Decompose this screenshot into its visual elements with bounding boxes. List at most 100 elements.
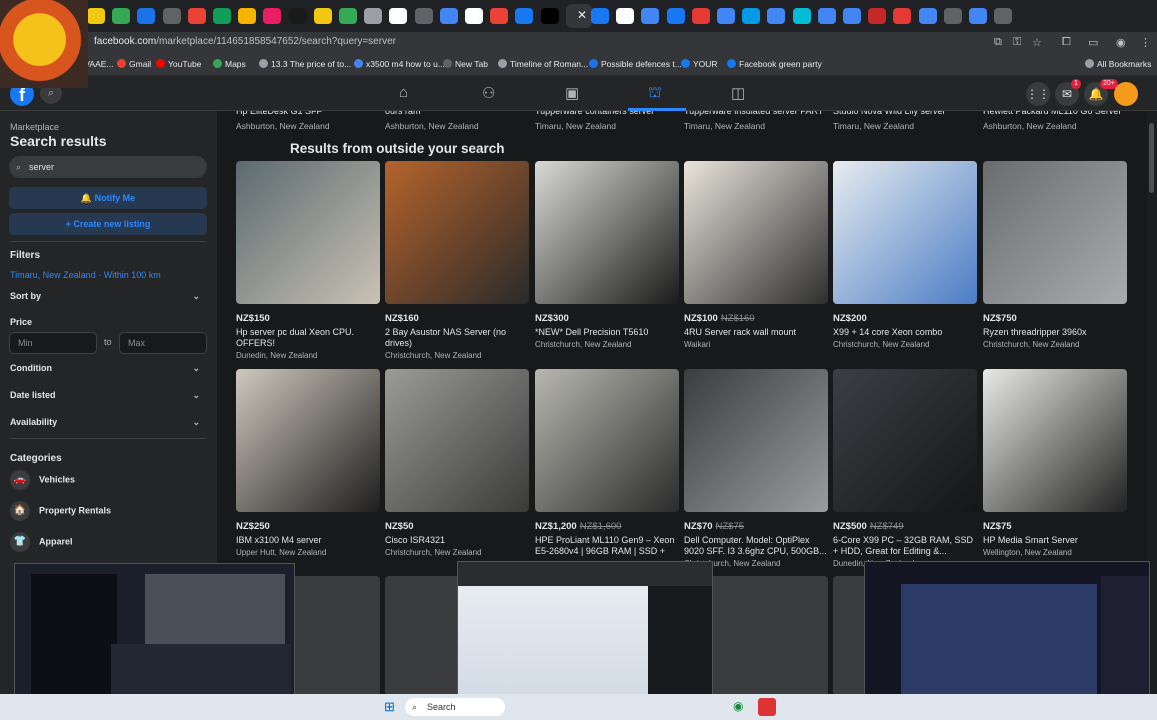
listing-photo[interactable] [385,161,529,304]
menu-icon[interactable]: ⋮ [1140,36,1151,49]
browser-tab[interactable] [364,8,383,24]
windows-start-icon[interactable]: ⊞ [384,699,395,715]
listing-card[interactable]: Hp EliteDesk G1 SFF Ashburton, New Zealan… [236,111,376,131]
window-preview-stream[interactable] [864,561,1150,711]
sidebar-toggle-icon[interactable]: ▭ [1088,36,1098,49]
window-preview-video[interactable] [457,561,713,713]
notify-me-button[interactable]: 🔔 Notify Me [9,187,207,209]
listing-card[interactable]: NZ$750 Ryzen threadripper 3960x Christchur… [983,161,1127,349]
min-price-input[interactable]: Min [9,332,97,354]
bookmark-item[interactable]: All Bookmarks [1085,59,1151,69]
listing-card[interactable]: NZ$300 *NEW* Dell Precision T5610 Christch… [535,161,679,349]
listing-card[interactable]: Tupperware insulated server PARTS Timaru,… [684,111,824,131]
browser-tab[interactable] [969,8,987,24]
category-apparel[interactable]: 👕 Apparel [10,532,73,552]
listing-photo[interactable] [983,369,1127,512]
browser-tab[interactable] [490,8,509,24]
browser-tab[interactable] [238,8,257,24]
listing-photo[interactable] [236,369,380,512]
marketplace-icon[interactable]: ⛫ [648,84,662,103]
browser-tab[interactable] [112,8,131,24]
taskbar-search-box[interactable]: ⌕ Search [405,698,505,716]
listing-card[interactable]: NZ$200 X99 + 14 core Xeon combo Christchur… [833,161,977,349]
browser-tab[interactable] [187,8,206,24]
browser-tab[interactable] [465,8,483,24]
browser-tab[interactable] [918,8,937,24]
browser-tab[interactable] [792,8,811,24]
app-taskbar-icon[interactable]: ◉ [733,699,743,713]
bookmark-item[interactable]: 13.3 The price of to... [259,59,351,69]
browser-tab[interactable] [691,8,710,24]
listing-photo[interactable] [684,369,828,512]
browser-tab[interactable] [263,8,282,24]
listing-card[interactable]: NZ$1,200 NZ$1,600 HPE ProLiant ML110 Gen9 … [535,369,679,559]
browser-tab[interactable] [414,8,433,24]
browser-tab[interactable] [439,8,458,24]
browser-tab[interactable] [717,8,735,24]
bookmark-item[interactable]: Facebook green party [727,59,822,69]
listing-card[interactable]: NZ$500 NZ$749 6-Core X99 PC – 32GB RAM, SS… [833,369,977,568]
browser-tab[interactable] [87,8,105,24]
browser-tab[interactable] [641,8,660,24]
window-preview-obs[interactable] [14,563,295,713]
listing-card[interactable]: Studio Nova Wild Lily server Timaru, New … [833,111,973,131]
listing-photo[interactable] [535,369,679,512]
bookmark-star-icon[interactable]: ☆ [1032,36,1042,49]
browser-tab[interactable] [742,8,761,24]
listing-card[interactable]: Hewlett Packard ML110 G6 Server Ashburton… [983,111,1123,131]
listing-card[interactable]: Tupperware containers server Timaru, New … [535,111,675,131]
browser-tab[interactable] [389,8,408,24]
apps-menu-icon[interactable]: ⋮⋮ [1026,82,1050,106]
browser-tab[interactable] [943,8,962,24]
scrollbar-thumb[interactable] [1149,123,1154,193]
install-app-icon[interactable]: ⧉ [994,36,1002,49]
breadcrumb[interactable]: Marketplace [10,122,59,132]
browser-tab[interactable] [666,8,685,24]
listing-photo[interactable] [684,161,828,304]
friends-icon[interactable]: ⚇ [482,84,495,102]
browser-tab[interactable] [868,8,887,24]
listing-photo[interactable] [983,161,1127,304]
url-text[interactable]: facebook.com/marketplace/114651858547652… [94,36,396,47]
listing-photo[interactable] [833,161,977,304]
profile-avatar[interactable] [1114,82,1138,106]
category-property-rentals[interactable]: 🏠 Property Rentals [10,501,111,521]
listing-card[interactable]: NZ$250 IBM x3100 M4 server Upper Hutt, New… [236,369,380,557]
availability-dropdown[interactable]: Availability ⌄ [10,417,202,427]
bookmark-item[interactable]: Gmail [117,59,151,69]
browser-tab[interactable] [313,8,332,24]
browser-tab[interactable] [339,8,357,24]
bookmark-item[interactable]: YouTube [156,59,201,69]
app-taskbar-icon[interactable] [758,698,776,716]
browser-tab[interactable] [767,8,786,24]
max-price-input[interactable]: Max [119,332,207,354]
listing-card[interactable]: NZ$100 NZ$160 4RU Server rack wall mount Wa… [684,161,828,349]
listing-photo[interactable] [535,161,679,304]
close-tab-icon[interactable]: ✕ [577,8,587,22]
browser-tab[interactable] [288,8,307,24]
bookmark-item[interactable]: Possible defences t... [589,59,682,69]
bookmark-item[interactable]: YOUR [681,59,718,69]
browser-tab[interactable] [843,8,861,24]
listing-card[interactable]: NZ$150 Hp server pc dual Xeon CPU. OFFERS… [236,161,380,360]
gaming-icon[interactable]: ◫ [731,84,745,102]
search-input[interactable]: ⌕ server [9,156,207,178]
video-icon[interactable]: ▣ [565,84,579,102]
listing-card[interactable]: NZ$160 2 Bay Asustor NAS Server (no drive… [385,161,529,360]
extensions-icon[interactable]: ⧠ [1062,36,1071,49]
create-listing-button[interactable]: + Create new listing [9,213,207,235]
bookmark-item[interactable]: Timeline of Roman... [498,59,588,69]
password-key-icon[interactable]: ⚿ [1013,36,1021,49]
browser-tab[interactable] [540,8,559,24]
listing-photo[interactable] [236,161,380,304]
listing-card[interactable]: NZ$70 NZ$75 Dell Computer. Model: OptiPlex… [684,369,828,568]
category-vehicles[interactable]: 🚗 Vehicles [10,470,75,490]
sort-dropdown[interactable]: Sort by ⌄ [10,291,202,301]
browser-tab[interactable] [515,8,534,24]
profile-icon[interactable]: ◉ [1116,36,1126,49]
listing-card[interactable]: NZ$75 HP Media Smart Server Wellington, Ne… [983,369,1127,557]
address-bar[interactable]: ← → ↻ ⛭ facebook.com/marketplace/1146518… [0,32,1157,54]
browser-tab[interactable] [616,8,635,24]
location-filter[interactable]: Timaru, New Zealand · Within 100 km [10,270,161,280]
listing-card[interactable]: ours ram Ashburton, New Zealand [385,111,525,131]
